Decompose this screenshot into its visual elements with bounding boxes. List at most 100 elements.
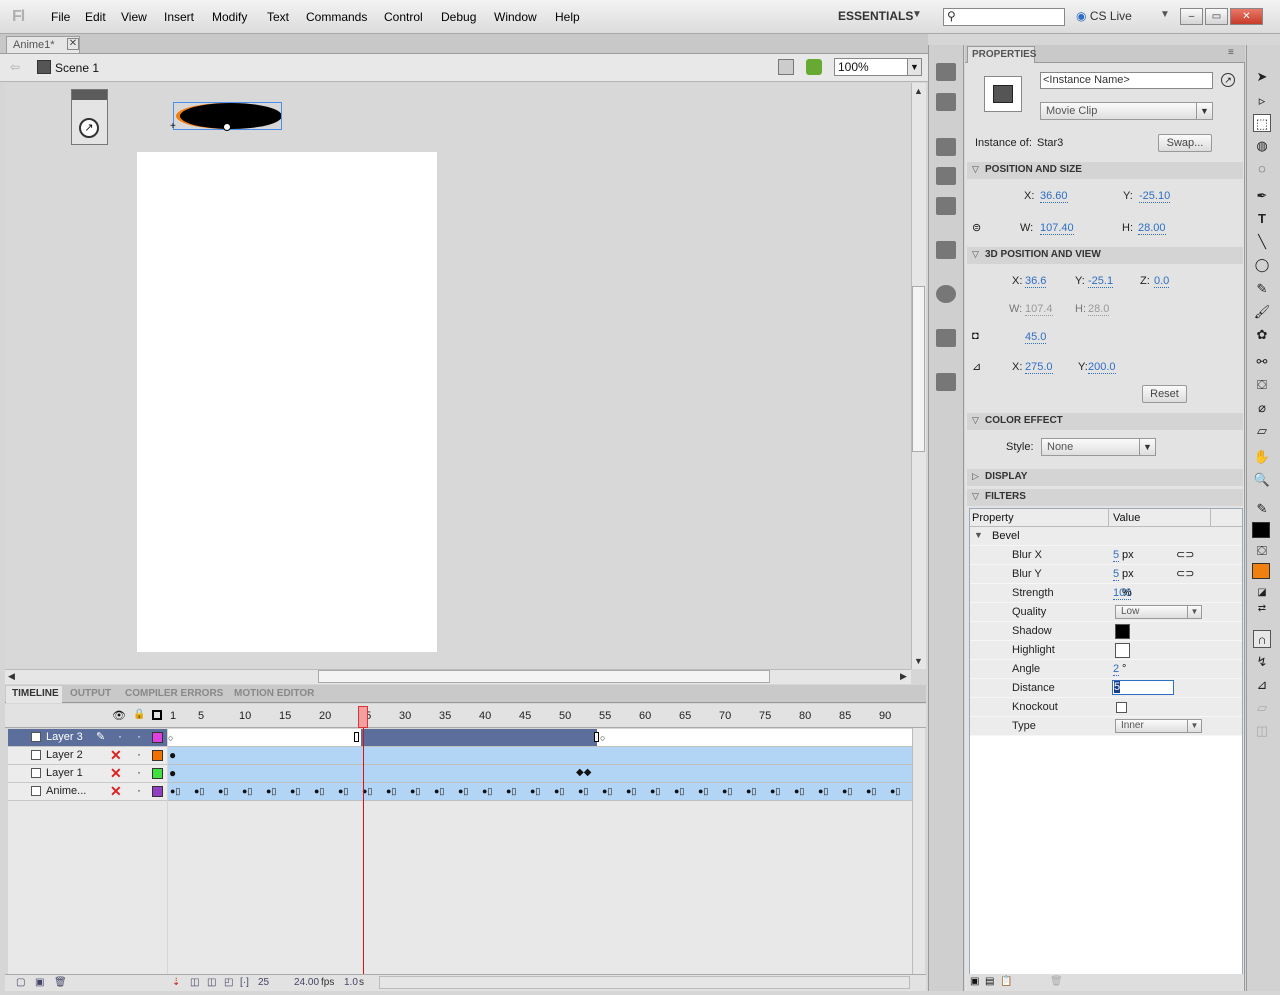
keyframe-icon[interactable]: ●▯ <box>626 786 636 797</box>
workspace-switcher[interactable]: ESSENTIALS <box>838 9 913 23</box>
line-tool-icon[interactable]: ╲ <box>1253 233 1271 251</box>
ruler-label[interactable]: 85 <box>839 710 851 722</box>
floating-panel[interactable]: ↗ <box>71 89 108 145</box>
ruler-label[interactable]: 30 <box>399 710 411 722</box>
chevron-down-icon[interactable]: ▼ <box>907 59 921 75</box>
ruler-label[interactable]: 20 <box>319 710 331 722</box>
actions-panel-icon[interactable] <box>936 138 956 156</box>
current-frame[interactable]: 25 <box>258 977 269 988</box>
menu-window[interactable]: Window <box>494 10 537 24</box>
hidden-x-icon[interactable]: ✕ <box>110 747 122 764</box>
free-transform-tool-icon[interactable]: ⬚ <box>1253 114 1271 132</box>
x3d-value[interactable]: 36.6 <box>1025 275 1047 288</box>
outline-icon[interactable] <box>152 710 162 720</box>
zoom-tool-icon[interactable]: 🔍 <box>1253 471 1271 489</box>
link-icon[interactable]: ⊜ <box>972 221 981 234</box>
filter-row[interactable]: Angle 2 ° <box>970 660 1242 679</box>
clipboard-icon[interactable]: 📋 <box>1000 976 1012 987</box>
instance-type-select[interactable]: Movie Clip ▼ <box>1040 102 1213 120</box>
transform-panel-icon[interactable] <box>936 241 956 259</box>
chevron-down-icon[interactable]: ▼ <box>1187 720 1201 732</box>
filter-row[interactable]: Strength 100% <box>970 584 1242 603</box>
keyframe-icon[interactable]: ●▯ <box>554 786 564 797</box>
tab-properties[interactable]: PROPERTIES <box>967 46 1036 63</box>
section-3d-position[interactable]: ▽ 3D POSITION AND VIEW <box>967 247 1243 264</box>
color-panel-icon[interactable] <box>936 63 956 81</box>
filter-row[interactable]: Shadow <box>970 622 1242 641</box>
panel-menu-icon[interactable]: ≡ <box>1228 47 1234 58</box>
text-tool-icon[interactable]: T <box>1253 210 1271 228</box>
frame-row[interactable]: ○ ○ <box>168 729 912 747</box>
stroke-color-icon[interactable]: ✎ <box>1253 500 1271 518</box>
keyframe-icon[interactable]: ●▯ <box>578 786 588 797</box>
chevron-down-icon[interactable]: ▼ <box>1187 606 1201 618</box>
lock-dot-icon[interactable]: · <box>137 783 141 797</box>
snap-magnet-icon[interactable]: ∩ <box>1253 630 1271 648</box>
keyframe-icon[interactable]: ●▯ <box>770 786 780 797</box>
frame-row[interactable]: ● <box>168 747 912 765</box>
cs-live-button[interactable]: ◉ CS Live <box>1076 9 1132 23</box>
info-panel-icon[interactable] <box>936 285 956 303</box>
ruler-label[interactable]: 80 <box>799 710 811 722</box>
visible-dot-icon[interactable]: · <box>118 729 122 743</box>
keyframe-icon[interactable]: ● <box>169 766 176 780</box>
menu-control[interactable]: Control <box>384 10 423 24</box>
hidden-x-icon[interactable]: ✕ <box>110 765 122 782</box>
stage[interactable] <box>137 152 437 652</box>
keyframe-icon[interactable]: ●▯ <box>218 786 228 797</box>
section-color-effect[interactable]: ▽ COLOR EFFECT <box>967 413 1243 430</box>
swap-colors-icon[interactable]: ⇄ <box>1253 600 1271 618</box>
elapsed-time[interactable]: 1.0 <box>344 977 358 988</box>
tab-compiler-errors[interactable]: COMPILER ERRORS <box>125 688 223 699</box>
filter-select[interactable]: Low ▼ <box>1115 605 1202 619</box>
lasso-tool-icon[interactable]: ◌ <box>1253 160 1271 178</box>
keyframe-icon[interactable]: ●▯ <box>482 786 492 797</box>
menu-edit[interactable]: Edit <box>85 10 106 24</box>
layer-name[interactable]: Layer 3 <box>46 731 83 743</box>
keyframe-icon[interactable]: ●▯ <box>290 786 300 797</box>
filter-row[interactable]: Type Inner ▼ <box>970 717 1242 736</box>
pen-tool-icon[interactable]: ✒ <box>1253 187 1271 205</box>
scrollbar-thumb[interactable] <box>912 286 925 452</box>
vanishing-x[interactable]: 275.0 <box>1025 361 1053 374</box>
keyframe-icon[interactable]: ●▯ <box>242 786 252 797</box>
keyframe-icon[interactable]: ●▯ <box>458 786 468 797</box>
eyedropper-tool-icon[interactable]: ⌀ <box>1253 399 1271 417</box>
maximize-button[interactable]: ▭ <box>1205 8 1228 25</box>
menu-text[interactable]: Text <box>267 10 289 24</box>
menu-commands[interactable]: Commands <box>306 10 367 24</box>
close-icon[interactable]: ✕ <box>67 38 79 50</box>
chevron-down-icon[interactable]: ▼ <box>974 530 983 540</box>
layer-name[interactable]: Anime... <box>46 785 86 797</box>
center-frame-icon[interactable]: ⇣ <box>172 977 180 988</box>
chevron-down-icon[interactable]: ▼ <box>1160 9 1170 20</box>
keyframe-icon[interactable]: ●▯ <box>386 786 396 797</box>
z3d-value[interactable]: 0.0 <box>1154 275 1170 288</box>
tab-output[interactable]: OUTPUT <box>70 688 111 699</box>
link-chain-icon[interactable]: ⊂⊃ <box>1176 548 1194 561</box>
empty-keyframe-icon[interactable]: ○ <box>168 733 173 743</box>
scroll-left-icon[interactable]: ◀ <box>8 671 15 682</box>
brush-tool-icon[interactable]: 🖌 <box>1253 303 1271 321</box>
chevron-down-icon[interactable]: ▽ <box>972 249 979 260</box>
filter-row[interactable]: Quality Low ▼ <box>970 603 1242 622</box>
straighten-icon[interactable]: ⊿ <box>1253 676 1271 694</box>
lock-icon[interactable]: 🔒 <box>133 709 145 720</box>
tab-motion-editor[interactable]: MOTION EDITOR <box>234 688 314 699</box>
hand-tool-icon[interactable]: ✋ <box>1253 448 1271 466</box>
menu-view[interactable]: View <box>121 10 147 24</box>
filter-value[interactable]: 2 <box>1113 663 1120 676</box>
fill-color-icon[interactable]: ⛋ <box>1253 542 1271 560</box>
filter-value[interactable]: 5 <box>1113 568 1120 581</box>
frame-rate[interactable]: 24.00 <box>294 977 319 988</box>
ruler-label[interactable]: 60 <box>639 710 651 722</box>
delete-filter-icon[interactable]: 🗑 <box>1050 976 1063 987</box>
lock-dot-icon[interactable]: · <box>137 729 141 743</box>
link-chain-icon[interactable]: ⊂⊃ <box>1176 567 1194 580</box>
oval-tool-icon[interactable]: ◯ <box>1253 256 1271 274</box>
filter-row[interactable]: Highlight <box>970 641 1242 660</box>
keyframe-icon[interactable]: ◆◆ <box>576 767 591 778</box>
keyframe-icon[interactable]: ●▯ <box>530 786 540 797</box>
scroll-down-icon[interactable]: ▼ <box>914 656 923 666</box>
new-layer-icon[interactable]: ▢ <box>16 977 25 988</box>
